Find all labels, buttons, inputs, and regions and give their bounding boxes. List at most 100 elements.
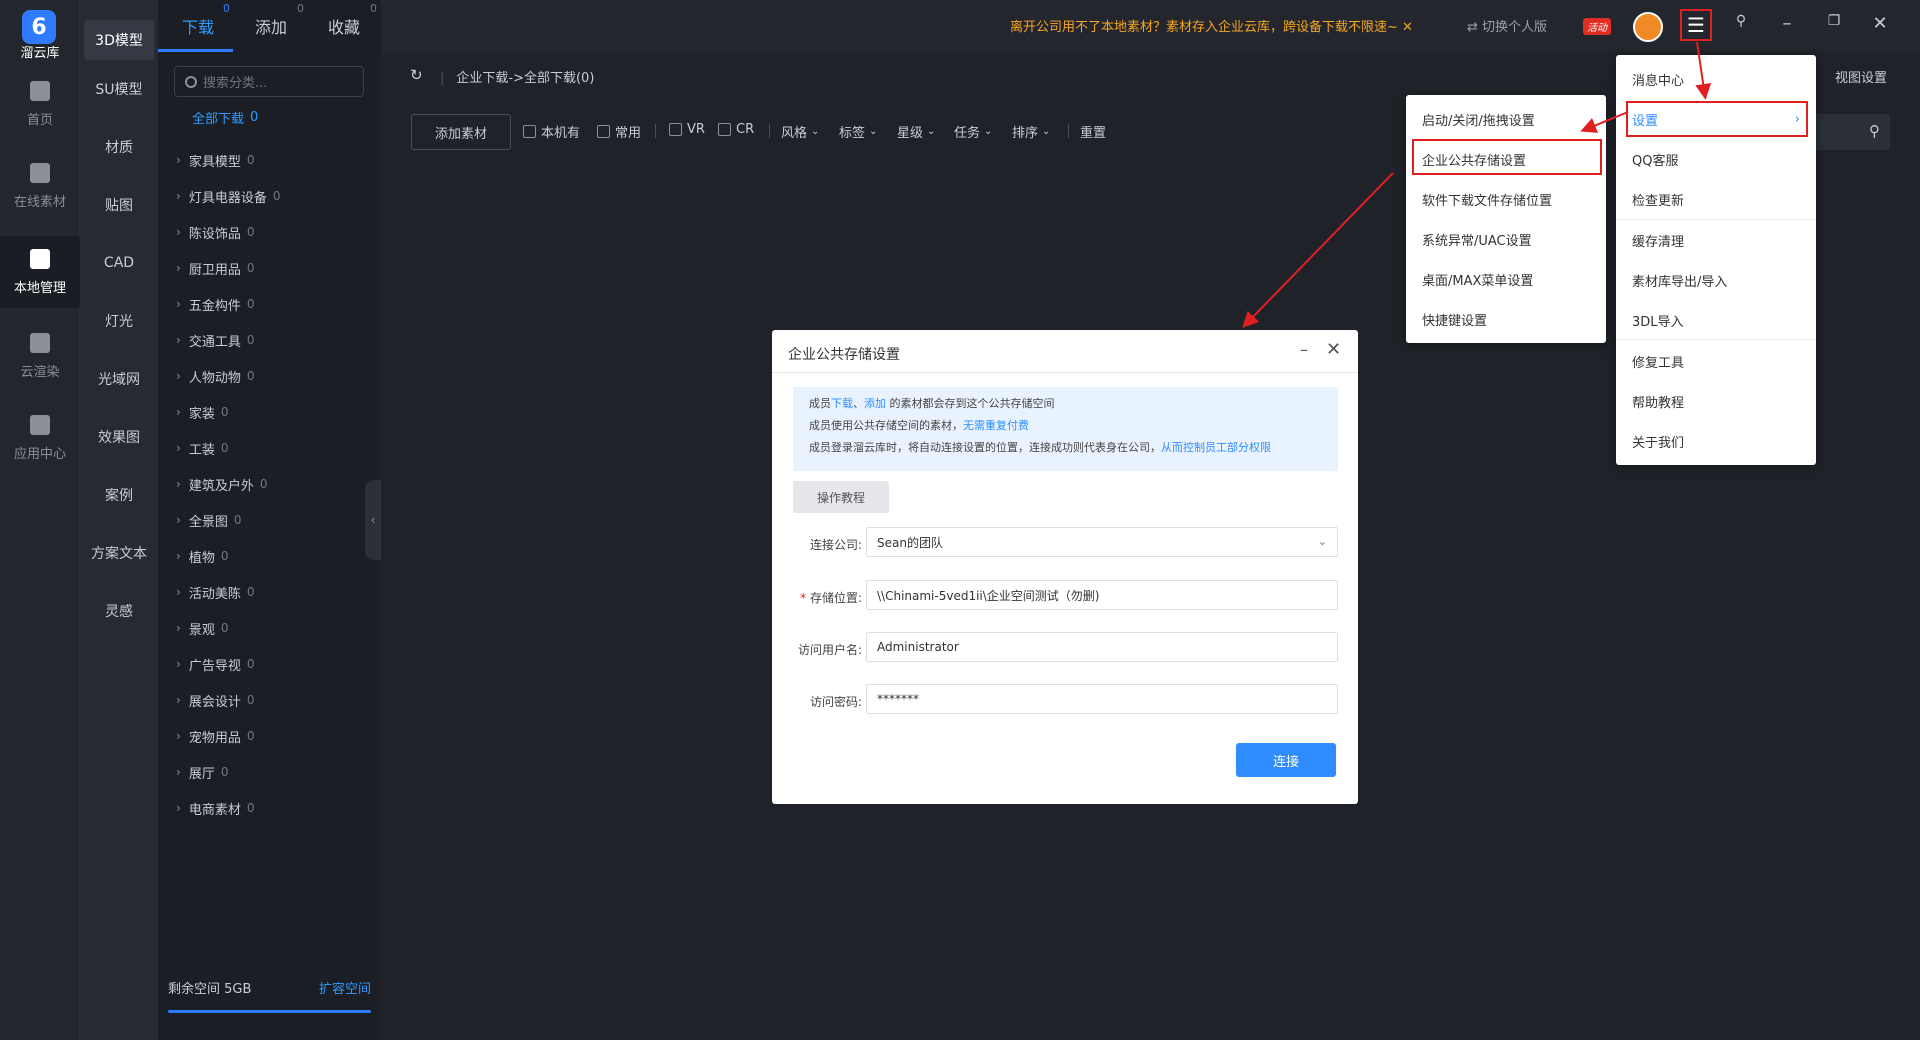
category-texture[interactable]: 贴图 [80,176,158,234]
collapse-panel-button[interactable]: ‹ [365,480,381,560]
tree-item[interactable]: › 厨卫用品 0 [176,250,254,286]
category-su-model[interactable]: SU模型 [80,60,158,118]
main-menu-item[interactable]: 设置 › [1616,99,1816,139]
location-input[interactable]: \\Chinami-5ved1ii\企业空间测试（勿删) [866,580,1338,610]
info-permission-link[interactable]: 从而控制员工部分权限 [1161,441,1271,454]
submenu-item[interactable]: 桌面/MAX菜单设置 [1406,259,1606,299]
tree-item[interactable]: › 家装 0 [176,394,228,430]
main-menu-item[interactable]: 检查更新 [1616,179,1816,219]
tree-item[interactable]: › 陈设饰品 0 [176,214,254,250]
dialog-minimize-icon[interactable]: – [1300,340,1308,359]
category-inspiration[interactable]: 灵感 [80,582,158,640]
main-menu-item[interactable]: 素材库导出/导入 [1616,260,1816,300]
filter-dropdown[interactable]: 风格 ⌄ [781,122,819,141]
submenu-item[interactable]: 启动/关闭/拖拽设置 [1406,99,1606,139]
info-add-link[interactable]: 添加 [864,397,886,410]
hamburger-menu-button[interactable]: ☰ [1680,9,1712,41]
filter-dropdown[interactable]: 任务 ⌄ [954,122,992,141]
main-menu-item[interactable]: 帮助教程 [1616,381,1816,421]
main-menu-item[interactable]: QQ客服 [1616,139,1816,179]
refresh-icon[interactable]: ↻ [410,66,423,84]
switch-personal-button[interactable]: ⇄ 切换个人版 [1467,16,1547,35]
search-input[interactable]: 搜索分类... [174,66,364,97]
tree-item[interactable]: › 人物动物 0 [176,358,254,394]
submenu-item[interactable]: 企业公共存储设置 [1406,139,1606,179]
nav-local[interactable]: 本地管理 [0,236,80,308]
main-menu-item[interactable]: 修复工具 [1616,341,1816,381]
category-render[interactable]: 效果图 [80,408,158,466]
promo-banner[interactable]: 离开公司用不了本地素材？素材存入企业云库，跨设备下载不限速~ ✕ [1010,16,1413,35]
tab-download[interactable]: 下载 [182,14,214,38]
username-input[interactable]: Administrator [866,632,1338,662]
tree-item[interactable]: › 植物 0 [176,538,228,574]
submenu-item[interactable]: 快捷键设置 [1406,299,1606,339]
main-menu-item[interactable]: 消息中心 [1616,59,1816,99]
connect-button[interactable]: 连接 [1236,743,1336,777]
filter-separator [655,124,656,138]
category-ies[interactable]: 光域网 [80,350,158,408]
search-icon[interactable]: ⚲ [1869,122,1880,140]
tree-item[interactable]: › 工装 0 [176,430,228,466]
add-asset-button[interactable]: 添加素材 [411,114,511,150]
category-3d-model[interactable]: 3D模型 [84,20,154,60]
submenu-item[interactable]: 软件下载文件存储位置 [1406,179,1606,219]
nav-home[interactable]: 首页 [0,68,80,140]
tree-item[interactable]: › 活动美陈 0 [176,574,254,610]
company-select[interactable]: Sean的团队 ⌄ [866,527,1338,557]
main-menu-item-label: 设置 [1632,113,1659,129]
tree-item[interactable]: › 展会设计 0 [176,682,254,718]
main-menu-item[interactable]: 3DL导入 [1616,300,1816,340]
tab-favorite[interactable]: 收藏 [328,14,360,38]
close-icon[interactable]: ✕ [1868,13,1892,34]
tree-item[interactable]: › 家具模型 0 [176,142,254,178]
dialog-close-icon[interactable]: ✕ [1326,339,1341,360]
nav-apps[interactable]: 应用中心 [0,402,80,474]
main-menu-item[interactable]: 缓存清理 [1616,220,1816,260]
info-download-link[interactable]: 下载 [831,397,853,410]
category-case[interactable]: 案例 [80,466,158,524]
tree-item[interactable]: › 广告导视 0 [176,646,254,682]
filter-dropdown[interactable]: 星级 ⌄ [897,122,935,141]
tree-item[interactable]: › 灯具电器设备 0 [176,178,280,214]
main-search-input[interactable]: ⚲ [1810,114,1890,150]
activity-badge[interactable]: 活动 [1583,18,1611,35]
tree-item[interactable]: › 宠物用品 0 [176,718,254,754]
tree-item[interactable]: › 五金构件 0 [176,286,254,322]
tutorial-button[interactable]: 操作教程 [793,481,889,513]
category-material[interactable]: 材质 [80,118,158,176]
pin-icon[interactable]: ⚲ [1729,13,1753,29]
password-input[interactable]: ******* [866,684,1338,714]
category-cad[interactable]: CAD [80,234,158,292]
tab-add[interactable]: 添加 [255,14,287,38]
filter-dropdown-label: 标签 [839,126,866,141]
category-proposal[interactable]: 方案文本 [80,524,158,582]
tree-item[interactable]: › 交通工具 0 [176,322,254,358]
tree-item[interactable]: › 电商素材 0 [176,790,254,826]
filter-checkbox[interactable]: 本机有 [523,122,580,141]
tree-item[interactable]: › 建筑及户外 0 [176,466,267,502]
tree-item[interactable]: › 全景图 0 [176,502,241,538]
view-settings-button[interactable]: 视图设置 [1835,67,1887,86]
nav-cloud-render[interactable]: 云渲染 [0,320,80,392]
category-lighting[interactable]: 灯光 [80,292,158,350]
expand-space-link[interactable]: 扩容空间 [319,978,371,997]
tree-all-downloads[interactable]: 全部下载 0 [192,108,258,127]
location-label: * 存储位置: [800,591,862,605]
reset-button[interactable]: 重置 [1080,122,1106,141]
restore-icon[interactable]: ❐ [1822,13,1846,29]
category-nav: 3D模型 SU模型 材质 贴图 CAD 灯光 光域网 效果图 案例 方案文本 灵… [80,0,158,1040]
filter-checkbox[interactable]: CR [718,122,754,137]
filter-checkbox[interactable]: VR [669,122,705,137]
tree-item[interactable]: › 展厅 0 [176,754,228,790]
info-no-repeat-pay-link[interactable]: 无需重复付费 [963,419,1029,432]
filter-checkbox[interactable]: 常用 [597,122,641,141]
main-menu-item[interactable]: 关于我们 [1616,421,1816,461]
minimize-icon[interactable]: – [1775,13,1799,34]
avatar[interactable] [1633,12,1663,42]
submenu-item[interactable]: 系统异常/UAC设置 [1406,219,1606,259]
nav-online[interactable]: 在线素材 [0,150,80,222]
app-logo-icon[interactable]: 6 [22,10,56,44]
filter-dropdown[interactable]: 标签 ⌄ [839,122,877,141]
filter-dropdown[interactable]: 排序 ⌄ [1012,122,1050,141]
tree-item[interactable]: › 景观 0 [176,610,228,646]
